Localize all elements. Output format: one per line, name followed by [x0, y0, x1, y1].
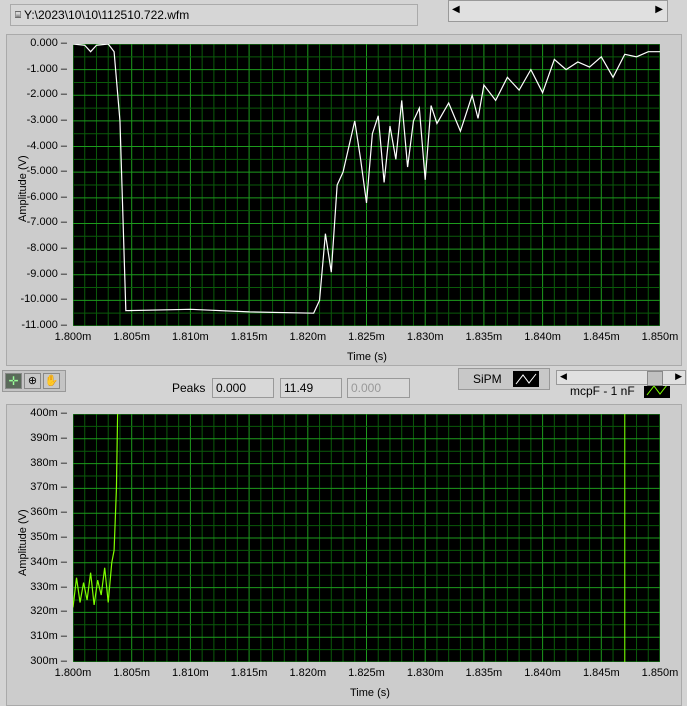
x-tick-label: 1.825m [348, 331, 385, 343]
x-tick-label: 1.840m [524, 667, 561, 679]
zoom-tool-icon[interactable]: ⊕ [24, 373, 41, 389]
y-tick-label: -1.000 – [26, 62, 67, 75]
peak-field-1[interactable]: 0.000 [212, 378, 274, 398]
x-tick-label: 1.800m [54, 667, 92, 679]
plot-area-bottom[interactable] [73, 414, 660, 662]
y-tick-label: 370m – [30, 481, 67, 494]
x-tick-label: 1.810m [172, 667, 209, 679]
x-axis-label-bottom: Time (s) [350, 687, 390, 699]
legend-mcpf-label: mcpF - 1 nF [570, 386, 635, 398]
x-tick-label: 1.805m [113, 331, 151, 343]
x-tick-label: 1.840m [524, 331, 561, 343]
file-path-display[interactable]: ⌸ Y:\2023\10\10\112510.722.wfm [10, 4, 418, 26]
scroll-left-icon[interactable]: ◀ [452, 4, 460, 15]
legend-scrollbar[interactable]: ◀ ▶ [556, 370, 686, 386]
cursor-tool-icon[interactable]: ✛ [5, 373, 22, 389]
x-tick-label: 1.810m [172, 331, 209, 343]
x-tick-label: 1.835m [465, 667, 503, 679]
x-tick-label: 1.820m [289, 331, 327, 343]
x-tick-label: 1.815m [230, 667, 268, 679]
y-tick-label: 0.000 – [30, 37, 67, 49]
x-tick-label: 1.800m [54, 331, 92, 343]
x-tick-label: 1.835m [465, 331, 503, 343]
y-tick-label: 320m – [30, 605, 67, 618]
file-path-text: Y:\2023\10\10\112510.722.wfm [24, 8, 190, 22]
peak-field-2[interactable]: 11.49 [280, 378, 342, 398]
legend-sipm[interactable]: SiPM [458, 368, 550, 390]
horizontal-scrollbar[interactable]: ◀ ▶ [448, 0, 668, 22]
x-tick-label: 1.830m [406, 331, 444, 343]
legend-mcpf[interactable]: mcpF - 1 nF [556, 386, 676, 404]
x-tick-label: 1.825m [348, 667, 385, 679]
y-tick-label: -11.000 – [21, 319, 67, 331]
x-tick-label: 1.845m [582, 667, 620, 679]
legend-sipm-swatch [513, 371, 539, 387]
graph-palette: ✛ ⊕ ✋ [2, 370, 66, 392]
legend-sipm-label: SiPM [473, 372, 502, 386]
legend-mcpf-swatch [644, 386, 670, 398]
y-axis-label-bottom: Amplitude (V) [17, 509, 29, 576]
legend-scroll-left-icon[interactable]: ◀ [560, 371, 567, 382]
x-tick-label: 1.815m [230, 331, 268, 343]
y-tick-label: -10.000 – [20, 293, 67, 306]
x-tick-label: 1.820m [289, 667, 327, 679]
peaks-label: Peaks [172, 381, 206, 395]
pan-tool-icon[interactable]: ✋ [43, 373, 60, 389]
y-tick-label: 380m – [30, 456, 67, 469]
y-tick-label: -5.000 – [26, 165, 67, 178]
x-tick-label: 1.850m [641, 667, 679, 679]
legend-scroll-right-icon[interactable]: ▶ [675, 371, 682, 382]
x-axis-label-top: Time (s) [347, 351, 387, 363]
path-icon: ⌸ [15, 9, 21, 21]
x-tick-label: 1.830m [406, 667, 444, 679]
y-tick-label: -8.000 – [26, 242, 67, 255]
plot-area-top[interactable] [73, 44, 660, 326]
peak-field-3: 0.000 [347, 378, 410, 398]
y-tick-label: -2.000 – [26, 88, 67, 101]
y-tick-label: 350m – [30, 531, 67, 543]
y-tick-label: -9.000 – [26, 267, 67, 280]
y-tick-label: 330m – [30, 580, 67, 593]
x-tick-label: 1.850m [641, 331, 679, 343]
y-tick-label: -7.000 – [26, 216, 67, 229]
y-tick-label: 360m – [30, 506, 67, 519]
y-tick-label: -4.000 – [26, 139, 67, 152]
y-tick-label: 400m – [30, 407, 67, 419]
y-tick-label: 300m – [30, 655, 67, 667]
y-axis-label-top: Amplitude (V) [17, 155, 29, 222]
y-tick-label: -3.000 – [26, 113, 67, 126]
scroll-right-icon[interactable]: ▶ [655, 4, 663, 15]
y-tick-label: 310m – [30, 630, 67, 643]
y-tick-label: 340m – [30, 555, 67, 568]
y-tick-label: -6.000 – [26, 190, 67, 203]
y-tick-label: 390m – [30, 431, 67, 444]
x-tick-label: 1.805m [113, 667, 151, 679]
legend-scroll-thumb[interactable] [647, 371, 663, 386]
x-tick-label: 1.845m [582, 331, 620, 343]
